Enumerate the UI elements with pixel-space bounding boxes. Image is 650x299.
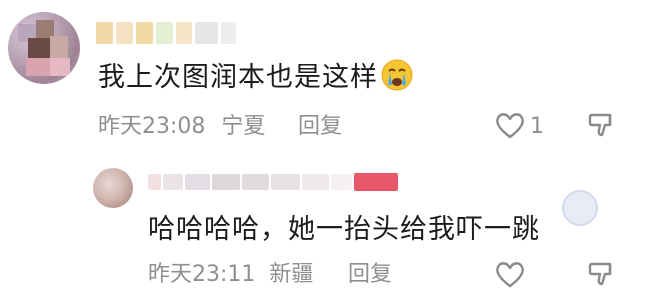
- comment-meta: 昨天23:08 宁夏: [98, 112, 265, 142]
- thumbs-down-icon[interactable]: [586, 109, 618, 141]
- username-blurred[interactable]: [96, 20, 236, 46]
- comment-text: 我上次图润本也是这样: [98, 58, 414, 96]
- reply-button[interactable]: 回复: [298, 112, 342, 142]
- username-blurred[interactable]: [148, 172, 398, 192]
- location: 新疆: [269, 262, 314, 287]
- timestamp: 昨天23:08: [98, 114, 206, 139]
- comment-thread: 我上次图润本也是这样 昨天23:08 宁夏 回复 1 哈哈哈哈，她一抬头给我吓一…: [0, 0, 650, 299]
- avatar[interactable]: [93, 168, 133, 208]
- reply-button[interactable]: 回复: [348, 260, 392, 290]
- location: 宁夏: [221, 114, 266, 139]
- avatar[interactable]: [8, 12, 80, 84]
- thumbs-down-icon[interactable]: [586, 258, 618, 290]
- comment-text: 哈哈哈哈，她一抬头给我吓一跳: [148, 214, 540, 245]
- like-count: 1: [530, 114, 544, 139]
- thumbs-up-icon[interactable]: [494, 109, 526, 141]
- comment-meta: 昨天23:11 新疆: [148, 260, 313, 290]
- author-badge: [353, 173, 398, 191]
- floating-button[interactable]: [562, 190, 598, 226]
- thumbs-up-icon[interactable]: [494, 258, 526, 290]
- crying-face-emoji: [380, 58, 414, 92]
- timestamp: 昨天23:11: [148, 262, 256, 287]
